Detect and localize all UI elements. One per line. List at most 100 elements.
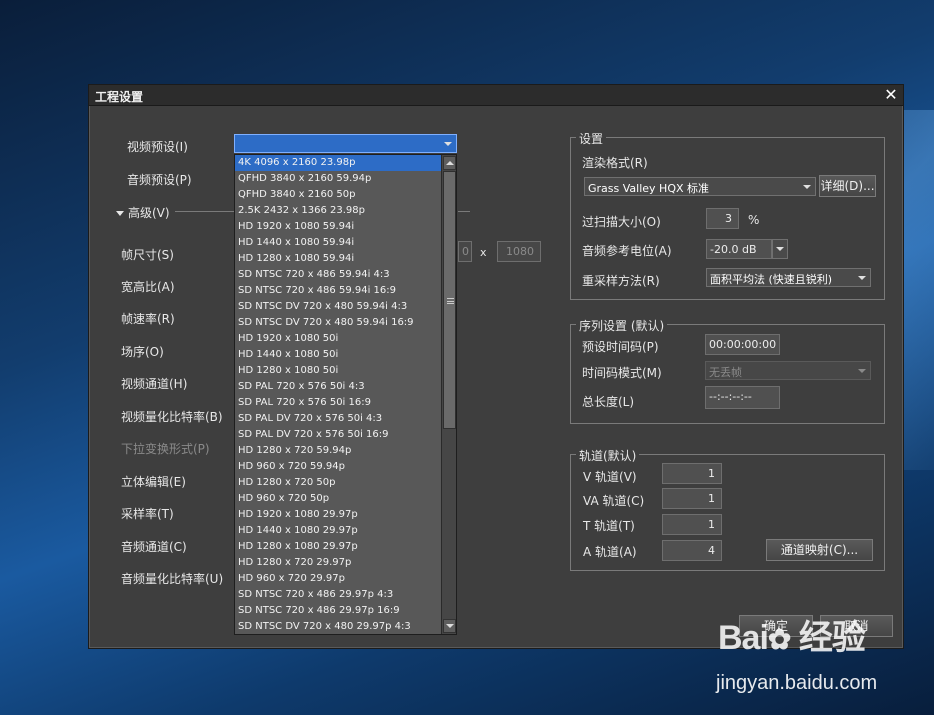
video-channel-label: 视频通道(H) (121, 377, 188, 391)
t-track-field[interactable]: 1 (662, 514, 722, 535)
preset-list-item[interactable]: 4K 4096 x 2160 23.98p (235, 155, 441, 171)
video-preset-select[interactable] (234, 134, 457, 153)
channel-map-button[interactable]: 通道映射(C)... (766, 539, 873, 561)
audio-ref-dropdown[interactable] (772, 239, 788, 259)
preset-list-item[interactable]: SD NTSC 720 x 486 59.94i 4:3 (235, 267, 441, 283)
preset-list-item[interactable]: HD 960 x 720 29.97p (235, 571, 441, 587)
scroll-down-button[interactable] (443, 619, 456, 633)
va-track-field[interactable]: 1 (662, 488, 722, 509)
timecode-preset-label: 预设时间码(P) (582, 340, 659, 354)
advanced-divider-right (458, 211, 470, 212)
preset-list-item[interactable]: HD 1920 x 1080 29.97p (235, 507, 441, 523)
video-preset-label: 视频预设(I) (127, 140, 188, 154)
chevron-down-icon (444, 142, 452, 146)
preset-items-container: 4K 4096 x 2160 23.98p QFHD 3840 x 2160 59… (235, 155, 456, 634)
preset-list-item[interactable]: SD NTSC DV 720 x 480 59.94i 16:9 (235, 315, 441, 331)
frame-rate-label: 帧速率(R) (121, 312, 175, 326)
tracks-group-title: 轨道(默认) (576, 447, 640, 464)
field-order-label: 场序(O) (121, 345, 164, 359)
frame-height-field[interactable]: 1080 (497, 241, 541, 262)
preset-list-item[interactable]: 2.5K 2432 x 1366 23.98p (235, 203, 441, 219)
audio-ref-field[interactable]: -20.0 dB (706, 239, 772, 259)
audio-preset-label: 音频预设(P) (127, 173, 192, 187)
sequence-group-title: 序列设置 (默认) (576, 317, 668, 334)
preset-list-item[interactable]: SD PAL DV 720 x 576 50i 16:9 (235, 427, 441, 443)
chevron-down-icon (803, 185, 811, 189)
triangle-down-icon (116, 211, 124, 216)
title-bar[interactable]: 工程设置 ✕ (89, 85, 903, 106)
preset-list-item[interactable]: HD 1280 x 720 29.97p (235, 555, 441, 571)
total-length-field[interactable]: --:--:--:-- (705, 386, 780, 409)
preset-list-item[interactable]: HD 1280 x 720 50p (235, 475, 441, 491)
preset-list-item[interactable]: HD 1440 x 1080 29.97p (235, 523, 441, 539)
advanced-toggle[interactable]: 高级(V) (116, 204, 170, 221)
frame-size-separator: x (480, 246, 487, 259)
paw-icon: ✿ (767, 624, 791, 655)
total-length-label: 总长度(L) (582, 395, 635, 409)
sample-rate-label: 采样率(T) (121, 507, 174, 521)
preset-list-item[interactable]: HD 960 x 720 59.94p (235, 459, 441, 475)
dropdown-scrollbar[interactable] (441, 155, 456, 634)
resample-select[interactable]: 面积平均法 (快速且锐利) (706, 268, 871, 287)
audio-quant-label: 音频量化比特率(U) (121, 572, 224, 586)
preset-list-item[interactable]: SD NTSC 720 x 486 29.97p 4:3 (235, 587, 441, 603)
render-format-value: Grass Valley HQX 标准 (588, 182, 710, 195)
settings-group-title: 设置 (576, 130, 607, 147)
audio-channel-label: 音频通道(C) (121, 540, 187, 554)
preset-list-item[interactable]: SD NTSC DV 720 x 480 59.94i 4:3 (235, 299, 441, 315)
advanced-divider (175, 211, 235, 212)
render-format-label: 渲染格式(R) (582, 156, 648, 170)
t-track-label: T 轨道(T) (583, 519, 635, 533)
preset-list-item[interactable]: SD PAL 720 x 576 50i 4:3 (235, 379, 441, 395)
overscan-field[interactable]: 3 (706, 208, 739, 229)
preset-list-item[interactable]: HD 1440 x 1080 59.94i (235, 235, 441, 251)
preset-list-item[interactable]: QFHD 3840 x 2160 59.94p (235, 171, 441, 187)
render-format-select[interactable]: Grass Valley HQX 标准 (584, 177, 816, 196)
chevron-down-icon (776, 247, 784, 251)
timecode-mode-select[interactable]: 无丢帧 (705, 361, 871, 380)
details-button[interactable]: 详细(D)... (819, 175, 876, 197)
chevron-down-icon (858, 369, 866, 373)
preset-list-item[interactable]: HD 960 x 720 50p (235, 491, 441, 507)
frame-size-label: 帧尺寸(S) (121, 248, 174, 262)
dialog-title: 工程设置 (95, 90, 144, 104)
overscan-unit: % (748, 213, 760, 227)
preset-list-item[interactable]: SD PAL 720 x 576 50i 16:9 (235, 395, 441, 411)
frame-width-field[interactable]: 0 (458, 241, 472, 262)
preset-list-item[interactable]: HD 1280 x 720 59.94p (235, 443, 441, 459)
resample-label: 重采样方法(R) (582, 274, 660, 288)
video-quant-label: 视频量化比特率(B) (121, 410, 223, 424)
scroll-thumb[interactable] (443, 171, 456, 429)
preset-list-item[interactable]: HD 1280 x 1080 50i (235, 363, 441, 379)
advanced-label: 高级(V) (128, 206, 170, 220)
arrow-down-icon (446, 624, 454, 628)
preset-list-item[interactable]: HD 1440 x 1080 50i (235, 347, 441, 363)
preset-list-item[interactable]: SD NTSC 720 x 486 59.94i 16:9 (235, 283, 441, 299)
baidu-watermark-logo: Bai✿ 经验 (718, 619, 866, 657)
stereo-edit-label: 立体编辑(E) (121, 475, 186, 489)
preset-list-item[interactable]: HD 1280 x 1080 29.97p (235, 539, 441, 555)
scroll-up-button[interactable] (443, 156, 456, 170)
preset-list-item[interactable]: HD 1920 x 1080 50i (235, 331, 441, 347)
grip-icon (447, 298, 454, 304)
resample-value: 面积平均法 (快速且锐利) (710, 273, 833, 286)
close-icon[interactable]: ✕ (882, 86, 900, 104)
baidu-watermark-url: jingyan.baidu.com (716, 672, 878, 694)
preset-list-item[interactable]: SD NTSC DV 720 x 480 29.97p 4:3 (235, 619, 441, 634)
overscan-label: 过扫描大小(O) (582, 215, 661, 229)
timecode-preset-field[interactable]: 00:00:00:00 (705, 334, 780, 355)
aspect-ratio-label: 宽高比(A) (121, 280, 175, 294)
audio-ref-label: 音频参考电位(A) (582, 244, 672, 258)
preset-list-item[interactable]: SD NTSC 720 x 486 29.97p 16:9 (235, 603, 441, 619)
chevron-down-icon (858, 276, 866, 280)
video-preset-dropdown-list[interactable]: 4K 4096 x 2160 23.98p QFHD 3840 x 2160 59… (234, 154, 457, 635)
a-track-field[interactable]: 4 (662, 540, 722, 561)
arrow-up-icon (446, 161, 454, 165)
preset-list-item[interactable]: HD 1920 x 1080 59.94i (235, 219, 441, 235)
va-track-label: VA 轨道(C) (583, 494, 645, 508)
v-track-field[interactable]: 1 (662, 463, 722, 484)
preset-list-item[interactable]: SD PAL DV 720 x 576 50i 4:3 (235, 411, 441, 427)
timecode-mode-label: 时间码模式(M) (582, 366, 662, 380)
preset-list-item[interactable]: QFHD 3840 x 2160 50p (235, 187, 441, 203)
preset-list-item[interactable]: HD 1280 x 1080 59.94i (235, 251, 441, 267)
